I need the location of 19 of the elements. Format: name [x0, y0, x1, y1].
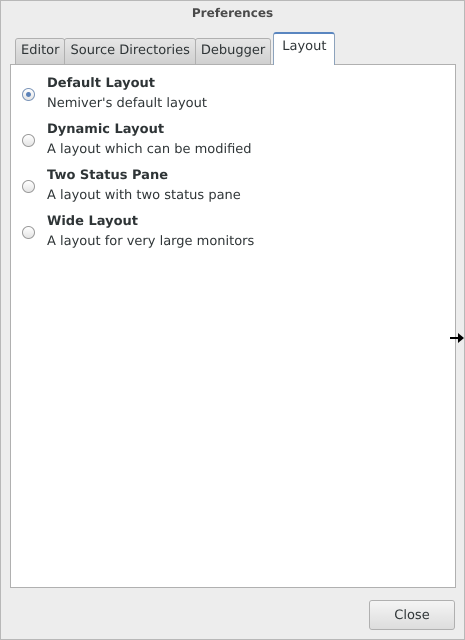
tab[interactable]: Source Directories — [64, 38, 196, 64]
tab[interactable]: Editor — [15, 38, 66, 64]
tab[interactable]: Layout — [273, 32, 336, 65]
option-title: Dynamic Layout — [47, 121, 166, 139]
option-description: A layout with two status pane — [47, 187, 241, 205]
radio-button[interactable] — [22, 134, 35, 146]
option-title: Two Status Pane — [47, 167, 170, 185]
window-title: Preferences — [192, 6, 274, 20]
option-description: Nemiver's default layout — [47, 95, 207, 113]
tab[interactable]: Debugger — [194, 38, 272, 64]
radio-button[interactable] — [22, 226, 35, 238]
option-description: A layout for very large monitors — [47, 233, 254, 251]
option-title: Default Layout — [47, 75, 156, 93]
close-button[interactable]: Close — [369, 600, 455, 630]
option-title: Wide Layout — [47, 213, 139, 231]
option-description: A layout which can be modified — [47, 141, 252, 159]
radio-button[interactable] — [22, 180, 35, 192]
pointer-icon — [450, 333, 464, 343]
radio-button[interactable] — [22, 88, 35, 100]
